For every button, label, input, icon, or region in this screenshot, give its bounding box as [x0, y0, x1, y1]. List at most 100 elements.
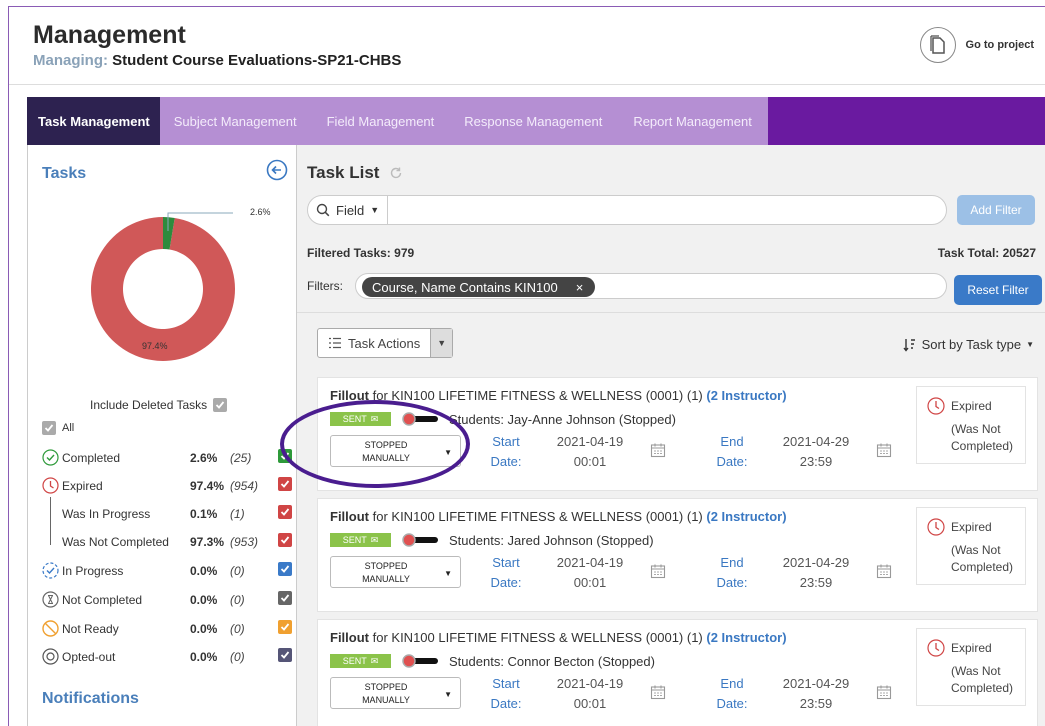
close-icon[interactable]: × [576, 280, 584, 295]
start-line2: Date: [490, 454, 522, 469]
status-detail: (Was Not Completed) [951, 421, 1013, 455]
status-name: Was In Progress [62, 507, 151, 521]
filter-chip[interactable]: Course, Name Contains KIN100 × [362, 277, 596, 297]
stopped-manually-label: STOPPED MANUALLY [331, 560, 441, 586]
task-list-title: Task List [307, 163, 380, 182]
expired-pct-label: 97.4% [142, 341, 168, 351]
start-date-label: Start Date: [484, 432, 528, 472]
status-row-in-progress[interactable]: In Progress 0.0% (0) [42, 560, 297, 582]
start-time: 00:01 [573, 696, 607, 711]
calendar-icon[interactable] [650, 684, 666, 700]
status-pct: 0.0% [190, 564, 218, 578]
start-line2: Date: [490, 575, 522, 590]
calendar-icon[interactable] [876, 684, 892, 700]
course-name: for KIN100 LIFETIME FITNESS & WELLNESS (… [369, 509, 707, 524]
status-detail: (Was Not Completed) [951, 542, 1013, 576]
task-card[interactable]: Fillout for KIN100 LIFETIME FITNESS & WE… [317, 619, 1038, 726]
tab-task-management[interactable]: Task Management [27, 97, 160, 145]
status-row-opted-out[interactable]: Opted-out 0.0% (0) [42, 646, 297, 668]
course-name: for KIN100 LIFETIME FITNESS & WELLNESS (… [369, 388, 707, 403]
task-actions-dropdown[interactable]: Task Actions ▼ [317, 328, 454, 358]
managing-line: Managing: Student Course Evaluations-SP2… [33, 52, 401, 69]
include-deleted-row[interactable]: Include Deleted Tasks [90, 398, 228, 412]
status-pct: 2.6% [190, 451, 218, 465]
task-toggle[interactable] [400, 533, 438, 547]
include-deleted-checkbox[interactable] [213, 398, 228, 412]
sent-label: SENT [342, 414, 367, 424]
status-name: Expired [951, 641, 992, 655]
end-date-label: End Date: [710, 553, 754, 593]
task-card[interactable]: Fillout for KIN100 LIFETIME FITNESS & WE… [317, 498, 1038, 612]
status-count: (954) [230, 479, 259, 493]
status-checkbox[interactable] [278, 449, 292, 463]
no-entry-icon [42, 620, 59, 637]
all-checkbox[interactable] [42, 421, 56, 435]
task-card-title: Fillout for KIN100 LIFETIME FITNESS & WE… [330, 388, 787, 403]
opted-out-icon [42, 648, 59, 665]
chevron-down-icon: ▼ [1026, 340, 1034, 349]
status-checkbox[interactable] [278, 620, 292, 634]
sent-badge: SENT ✉ [330, 654, 391, 668]
status-checkbox[interactable] [278, 533, 292, 547]
status-name: Completed [62, 451, 121, 465]
status-pct: 97.4% [190, 479, 225, 493]
search-bar[interactable]: Field ▼ [307, 195, 947, 225]
end-line1: End [720, 555, 744, 570]
calendar-icon[interactable] [650, 442, 666, 458]
start-date-value: 2021-04-19 00:01 [550, 432, 630, 472]
calendar-icon[interactable] [876, 563, 892, 579]
status-checkbox[interactable] [278, 477, 292, 491]
task-actions-label: Task Actions [348, 335, 421, 351]
stopped-manually-dropdown[interactable]: STOPPED MANUALLY ▼ [330, 435, 461, 467]
sent-label: SENT [342, 535, 367, 545]
stopped-manually-dropdown[interactable]: STOPPED MANUALLY ▼ [330, 556, 461, 588]
refresh-icon[interactable] [389, 166, 403, 180]
status-checkbox[interactable] [278, 591, 292, 605]
reset-filter-button[interactable]: Reset Filter [954, 275, 1042, 305]
all-row[interactable]: All [42, 421, 74, 435]
status-row-was-not-completed[interactable]: Was Not Completed 97.3% (953) [42, 531, 297, 553]
status-pct: 97.3% [190, 535, 225, 549]
tab-field-management[interactable]: Field Management [309, 97, 450, 145]
chevron-down-icon: ▼ [444, 690, 452, 699]
instructor-link[interactable]: (2 Instructor) [706, 630, 786, 645]
collapse-arrow-icon[interactable] [266, 159, 288, 181]
status-row-completed[interactable]: Completed 2.6% (25) [42, 447, 297, 469]
task-actions-button[interactable]: Task Actions [318, 329, 430, 357]
clock-icon [927, 397, 945, 415]
calendar-icon[interactable] [876, 442, 892, 458]
stop-line1: STOPPED [364, 561, 408, 571]
end-date-label: End Date: [710, 674, 754, 714]
tab-report-management[interactable]: Report Management [617, 97, 768, 145]
start-date: 2021-04-19 [556, 434, 624, 449]
chevron-down-icon[interactable]: ▼ [430, 329, 453, 357]
instructor-link[interactable]: (2 Instructor) [706, 509, 786, 524]
sort-by-label: Sort by Task type [921, 337, 1022, 352]
task-card[interactable]: Fillout for KIN100 LIFETIME FITNESS & WE… [317, 377, 1038, 491]
tab-response-management[interactable]: Response Management [449, 97, 618, 145]
status-checkbox[interactable] [278, 648, 292, 662]
stopped-manually-dropdown[interactable]: STOPPED MANUALLY ▼ [330, 677, 461, 709]
task-toggle[interactable] [400, 654, 438, 668]
status-row-not-completed[interactable]: Not Completed 0.0% (0) [42, 589, 297, 611]
status-box: Expired (Was Not Completed) [916, 386, 1026, 464]
clock-icon [42, 477, 59, 494]
instructor-link[interactable]: (2 Instructor) [706, 388, 786, 403]
calendar-icon[interactable] [650, 563, 666, 579]
status-row-expired[interactable]: Expired 97.4% (954) [42, 475, 297, 497]
progress-circle-icon [42, 562, 59, 579]
status-checkbox[interactable] [278, 562, 292, 576]
status-checkbox[interactable] [278, 505, 292, 519]
status-row-not-ready[interactable]: Not Ready 0.0% (0) [42, 618, 297, 640]
field-dropdown[interactable]: Field ▼ [308, 196, 389, 224]
go-to-project-button[interactable]: Go to project [919, 27, 1034, 63]
end-line2: Date: [716, 454, 748, 469]
sort-by-dropdown[interactable]: Sort by Task type ▼ [903, 337, 1034, 352]
status-box: Expired (Was Not Completed) [916, 628, 1026, 706]
tab-subject-management[interactable]: Subject Management [159, 97, 310, 145]
status-row-was-in-progress[interactable]: Was In Progress 0.1% (1) [42, 503, 297, 525]
document-icon [919, 27, 956, 63]
task-toggle[interactable] [400, 412, 438, 426]
add-filter-button[interactable]: Add Filter [957, 195, 1035, 225]
status-name: Not Completed [62, 593, 143, 607]
